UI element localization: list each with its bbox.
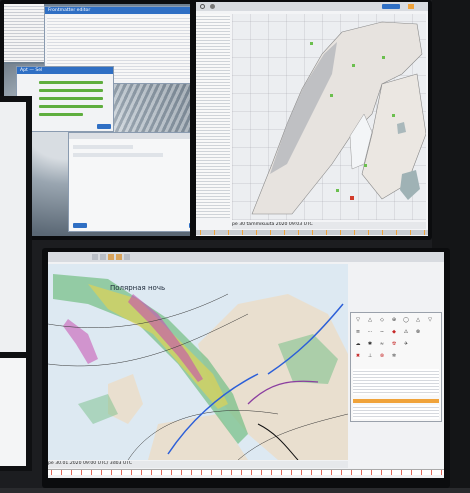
side-monitor-screen <box>0 102 26 352</box>
scandinavia-map[interactable] <box>232 14 427 220</box>
toolbar-button[interactable] <box>100 254 106 260</box>
palette-symbol[interactable]: △ <box>413 317 423 324</box>
editor-window-titlebar[interactable]: Frontmatter editor <box>45 7 195 14</box>
symbol-palette: ▽ △ ◇ ⊕ ◯ △ ▽ ≡ ⋯ ∽ ◆ ⚠ ⊗ ☁ ✱ ≈ ☢ ✈ ✖ ⊥ … <box>350 312 442 422</box>
dialog-window <box>68 132 208 232</box>
schedule-bar[interactable] <box>39 97 103 100</box>
palette-symbol[interactable]: ⚠ <box>401 329 411 336</box>
palette-symbol[interactable]: ⊥ <box>365 353 375 360</box>
palette-symbol[interactable]: ⋯ <box>365 329 375 336</box>
schedule-bar[interactable] <box>39 81 103 84</box>
top-left-screen: Frontmatter editor Apt — Sel <box>4 4 208 236</box>
palette-highlight-bar[interactable] <box>353 399 439 403</box>
weather-map[interactable]: Полярная ночь <box>48 264 349 461</box>
palette-symbol[interactable]: ☁ <box>353 341 363 348</box>
toolbar-button[interactable] <box>108 254 114 260</box>
palette-list[interactable] <box>353 369 439 395</box>
bottom-status-text: pe 30.01.2020 09:00 UTC/ 3d03 UTC <box>48 461 133 466</box>
observation-station[interactable] <box>352 64 355 67</box>
bottom-timeline[interactable] <box>48 469 444 475</box>
palette-symbol[interactable]: ≈ <box>377 341 387 348</box>
side-monitor-screen-lower <box>0 358 26 466</box>
timeline-strip[interactable] <box>196 230 428 235</box>
bottom-screen: Полярная ночь ▽ △ ◇ ⊕ ◯ △ ▽ ≡ ⋯ ∽ ◆ ⚠ ⊗ … <box>48 252 444 478</box>
map-svg <box>251 21 427 215</box>
palette-symbol[interactable]: ▽ <box>425 317 435 324</box>
palette-symbol[interactable]: ⊕ <box>389 317 399 324</box>
toolbar-button[interactable] <box>124 254 130 260</box>
side-monitor <box>0 96 32 471</box>
map-status-text: pe 30 tammikuuta 2020 09:03 UTC <box>232 222 313 227</box>
observation-list[interactable] <box>196 14 230 218</box>
bottom-toolbar <box>48 252 444 262</box>
weather-map-svg <box>48 264 349 461</box>
palette-symbol[interactable]: ◇ <box>377 317 387 324</box>
schedule-bar[interactable] <box>39 105 103 108</box>
schedule-window-titlebar[interactable]: Apt — Sel <box>17 67 113 74</box>
search-icon[interactable] <box>200 4 205 9</box>
schedule-window-title: Apt — Sel <box>20 68 43 73</box>
palette-symbol[interactable]: ✈ <box>401 341 411 348</box>
top-right-screen: pe 30 tammikuuta 2020 09:03 UTC <box>196 2 428 236</box>
observation-marker[interactable] <box>350 196 354 200</box>
schedule-ok-button[interactable] <box>97 124 111 129</box>
palette-symbol[interactable]: △ <box>365 317 375 324</box>
dialog-cancel-button[interactable] <box>73 223 87 228</box>
file-list-pane[interactable] <box>4 4 44 62</box>
observation-station[interactable] <box>392 114 395 117</box>
bottom-status-bar: pe 30.01.2020 09:00 UTC/ 3d03 UTC <box>48 461 348 468</box>
palette-symbol[interactable]: ◯ <box>401 317 411 324</box>
palette-symbol[interactable]: ⊗ <box>413 329 423 336</box>
palette-symbol[interactable]: ∽ <box>377 329 387 336</box>
palette-symbol[interactable]: ≡ <box>353 329 363 336</box>
dialog-field[interactable] <box>73 145 133 149</box>
map-toolbar <box>196 2 428 11</box>
bottom-monitor: Полярная ночь ▽ △ ◇ ⊕ ◯ △ ▽ ≡ ⋯ ∽ ◆ ⚠ ⊗ … <box>42 248 450 488</box>
observation-station[interactable] <box>382 56 385 59</box>
map-status-bar: pe 30 tammikuuta 2020 09:03 UTC <box>232 222 426 229</box>
menu-icon[interactable] <box>408 4 414 9</box>
observation-station[interactable] <box>330 94 333 97</box>
observation-station[interactable] <box>336 189 339 192</box>
dialog-field[interactable] <box>73 153 163 157</box>
lake <box>400 170 420 200</box>
editor-window-title: Frontmatter editor <box>48 8 91 13</box>
top-right-monitor: pe 30 tammikuuta 2020 09:03 UTC <box>190 0 432 240</box>
schedule-bar[interactable] <box>39 113 83 116</box>
observation-station[interactable] <box>310 42 313 45</box>
palette-symbol[interactable]: ✖ <box>353 353 363 360</box>
schedule-bar[interactable] <box>39 89 103 92</box>
toolbar-button[interactable] <box>92 254 98 260</box>
palette-symbol[interactable]: ✲ <box>389 353 399 360</box>
palette-symbol[interactable]: ◆ <box>389 329 399 336</box>
palette-symbol[interactable]: ▽ <box>353 317 363 324</box>
toolbar-button[interactable] <box>116 254 122 260</box>
observation-station[interactable] <box>364 164 367 167</box>
dialog-titlebar[interactable] <box>69 133 207 139</box>
desk-edge <box>0 488 470 493</box>
top-right-tab[interactable] <box>382 4 400 9</box>
palette-symbol[interactable]: ✱ <box>365 341 375 348</box>
settings-icon[interactable] <box>210 4 215 9</box>
map-annotation: Полярная ночь <box>110 284 166 292</box>
palette-list[interactable] <box>353 405 439 419</box>
palette-symbol[interactable]: ⊗ <box>377 353 387 360</box>
palette-symbol[interactable]: ☢ <box>389 341 399 348</box>
